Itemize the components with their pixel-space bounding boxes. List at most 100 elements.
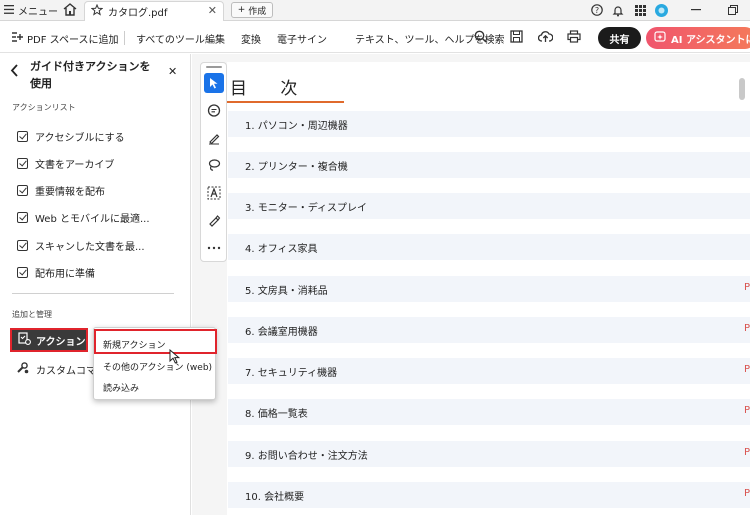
action-item-optimize-web-mobile[interactable]: Web とモバイルに最適... [17, 210, 150, 225]
more-tools-icon[interactable] [204, 238, 224, 258]
document-tab[interactable]: カタログ.pdf ✕ [84, 1, 224, 21]
custom-command-button[interactable]: カスタムコマンド [16, 361, 96, 377]
action-item-accessible[interactable]: アクセシブルにする [17, 129, 125, 144]
toc-underline [227, 101, 344, 103]
edit-button[interactable]: 編集 [205, 31, 225, 46]
toc-entry-label: 3. モニター・ディスプレイ [245, 203, 368, 214]
menu-item-new-action[interactable]: 新規アクション [103, 338, 166, 351]
pen-tool-icon[interactable] [204, 128, 224, 148]
e-sign-button[interactable]: 電子サイン [277, 31, 327, 46]
action-item-archive[interactable]: 文書をアーカイブ [17, 156, 114, 171]
all-tools-button[interactable]: すべてのツール [136, 31, 205, 46]
ai-assistant-button[interactable]: AI アシスタントに質 [646, 27, 750, 49]
toc-title: 目 次 [230, 79, 312, 99]
checklist-icon [17, 131, 28, 142]
hamburger-icon [4, 4, 14, 17]
text-box-tool-icon[interactable] [204, 183, 224, 203]
manage-heading: 追加と管理 [12, 310, 52, 319]
action-item-label: 文書をアーカイブ [35, 160, 115, 171]
print-icon[interactable] [567, 30, 582, 45]
toc-entry: 8. 価格一覧表 P [228, 399, 750, 425]
wrench-gear-icon [16, 361, 29, 377]
toc-entry-label: 5. 文房具・消耗品 [245, 286, 328, 297]
toc-entry-label: 1. パソコン・周辺機器 [245, 121, 348, 132]
main-toolbar: PDF スペースに追加 すべてのツール 編集 変換 電子サイン テキスト、ツール… [0, 22, 750, 53]
tab-bar: メニュー カタログ.pdf ✕ + 作成 ? [0, 0, 750, 21]
toc-entry: 5. 文房具・消耗品 P [228, 276, 750, 302]
svg-text:?: ? [595, 6, 599, 15]
action-item-label: 重要情報を配布 [35, 187, 105, 198]
action-item-label: スキャンした文書を最... [35, 242, 145, 253]
toc-entry: 1. パソコン・周辺機器 [228, 111, 750, 137]
checklist-icon [17, 240, 28, 251]
toc-entry: 9. お問い合わせ・注文方法 P [228, 441, 750, 467]
document-tab-label: カタログ.pdf [108, 8, 168, 19]
action-item-label: Web とモバイルに最適... [35, 214, 150, 225]
toc-entry: 7. セキュリティ機器 P [228, 358, 750, 384]
close-panel-icon[interactable]: ✕ [168, 65, 177, 78]
action-list-heading: アクションリスト [12, 103, 76, 112]
section-divider [12, 293, 174, 294]
back-chevron-icon[interactable] [10, 64, 19, 81]
menu-button[interactable]: メニュー [4, 3, 58, 18]
select-tool-icon[interactable] [204, 73, 224, 93]
toc-page-ref: P [743, 282, 750, 293]
toc-entry-label: 4. オフィス家具 [245, 244, 318, 255]
toc-page-ref: P [743, 488, 750, 499]
action-item-prepare-distribution[interactable]: 配布用に準備 [17, 265, 95, 280]
lasso-tool-icon[interactable] [204, 155, 224, 175]
bell-icon[interactable] [611, 3, 625, 17]
toc-entry: 6. 会議室用機器 P [228, 317, 750, 343]
mouse-cursor-icon [169, 348, 181, 368]
toc-entry-label: 8. 価格一覧表 [245, 409, 308, 420]
search-icon[interactable] [474, 30, 489, 45]
action-item-label: アクセシブルにする [35, 133, 125, 144]
cloud-upload-icon[interactable] [537, 30, 554, 45]
menu-item-more-actions-web[interactable]: その他のアクション (web) [103, 360, 212, 373]
menu-item-import[interactable]: 読み込み [103, 381, 139, 394]
scrollbar-thumb[interactable] [739, 78, 745, 100]
action-menu-button[interactable]: アクション [10, 328, 88, 352]
minimize-icon[interactable] [689, 3, 703, 17]
checklist-icon [17, 185, 28, 196]
drag-handle[interactable] [206, 66, 222, 68]
new-create-button[interactable]: + 作成 [231, 2, 273, 18]
toc-page-ref: P [743, 364, 750, 375]
toc-page-ref: P [743, 447, 750, 458]
toc-entry-label: 7. セキュリティ機器 [245, 368, 338, 379]
toc-entry-label: 6. 会議室用機器 [245, 327, 318, 338]
action-popup-menu: 新規アクション その他のアクション (web) 読み込み [93, 327, 217, 400]
toc-page-ref: P [743, 323, 750, 334]
comment-tool-icon[interactable] [204, 101, 224, 121]
ai-sparkle-icon [654, 30, 666, 46]
toc-entry: 10. 会社概要 P [228, 482, 750, 508]
toc-entry: 4. オフィス家具 [228, 234, 750, 260]
help-icon[interactable]: ? [590, 3, 604, 17]
quick-tools-panel [200, 62, 227, 262]
toc-entry-label: 2. プリンター・複合機 [245, 162, 348, 173]
share-button[interactable]: 共有 [598, 27, 641, 49]
checklist-icon [17, 267, 28, 278]
restore-window-icon[interactable] [726, 3, 740, 17]
toolbar-divider [124, 31, 125, 45]
save-icon[interactable] [510, 30, 525, 45]
toc-entry: 3. モニター・ディスプレイ [228, 193, 750, 219]
custom-command-label: カスタムコマンド [36, 365, 96, 377]
apps-grid-icon[interactable] [633, 3, 647, 17]
new-create-label: 作成 [248, 6, 267, 17]
guided-actions-panel: ガイド付きアクションを使用 ✕ アクションリスト アクセシブルにする 文書をアー… [0, 54, 191, 515]
toc-entry-label: 10. 会社概要 [245, 492, 305, 503]
action-item-label: 配布用に準備 [35, 269, 95, 280]
avatar[interactable] [654, 3, 668, 17]
action-item-optimize-scanned[interactable]: スキャンした文書を最... [17, 238, 145, 253]
action-button-label: アクション [36, 336, 86, 348]
sign-tool-icon[interactable] [204, 210, 224, 230]
toc-page-ref: P [743, 405, 750, 416]
checklist-icon [17, 212, 28, 223]
add-to-pdf-space-button[interactable]: PDF スペースに追加 [27, 31, 118, 46]
star-icon[interactable] [90, 3, 104, 19]
convert-button[interactable]: 変換 [241, 31, 261, 46]
close-tab-icon[interactable]: ✕ [208, 4, 217, 17]
home-icon[interactable] [62, 2, 80, 18]
action-item-distribute-important[interactable]: 重要情報を配布 [17, 183, 105, 198]
